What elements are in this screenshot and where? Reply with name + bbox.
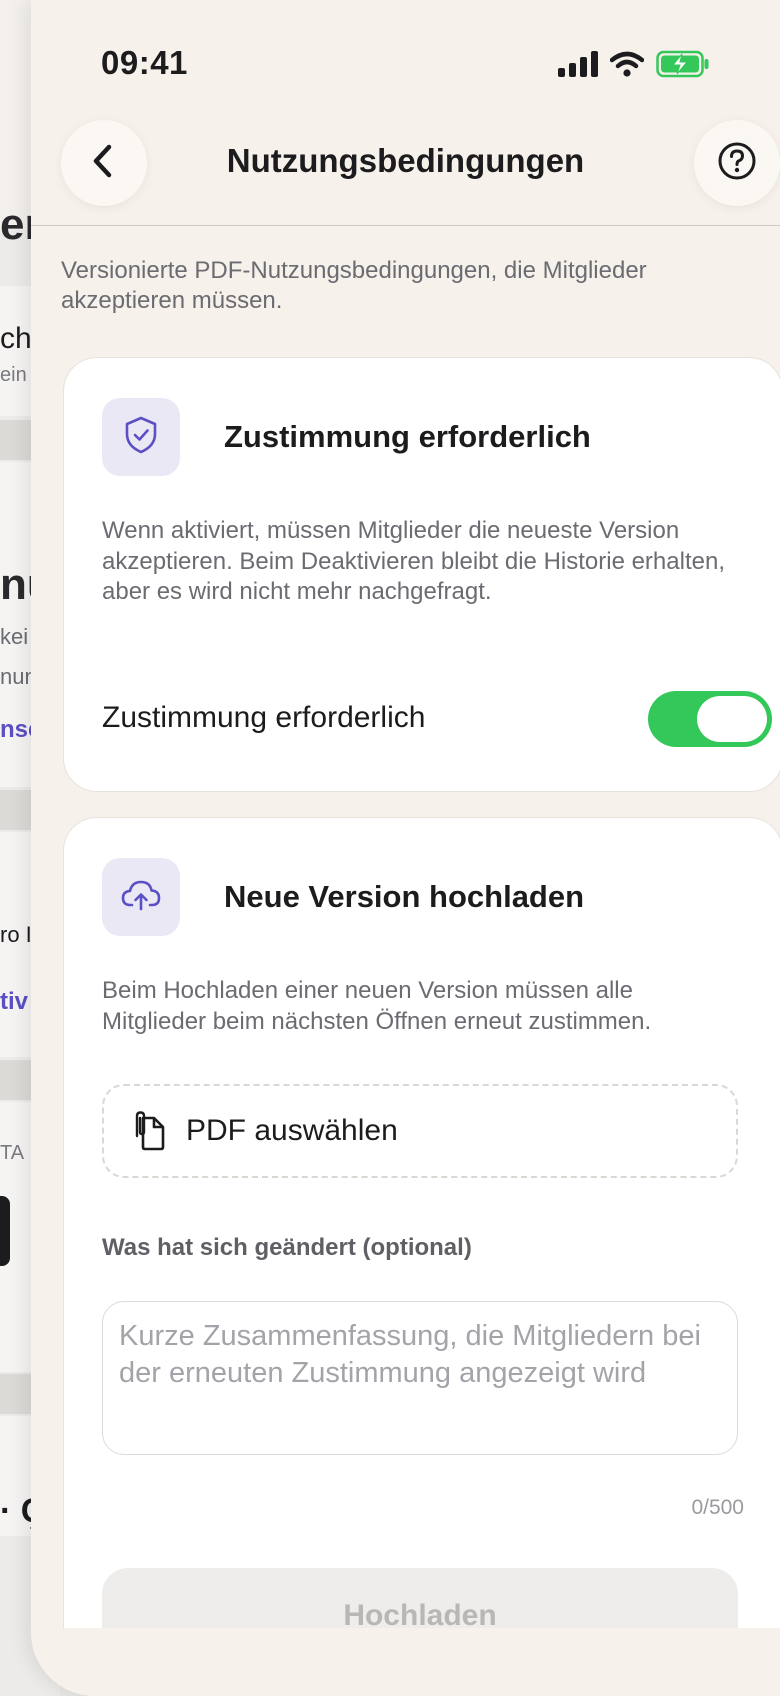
consent-card: Zustimmung erforderlich Wenn aktiviert, … (63, 357, 780, 792)
question-mark-icon (717, 141, 757, 186)
background-fragment: ro I (0, 922, 32, 947)
status-time: 09:41 (101, 44, 188, 81)
consent-icon-box (102, 398, 180, 476)
consent-toggle-label: Zustimmung erforderlich (102, 701, 426, 734)
upload-icon-box (102, 858, 180, 936)
background-fragment: kei (0, 624, 29, 649)
changes-textarea[interactable]: Kurze Zusammenfassung, die Mitgliedern b… (102, 1301, 738, 1455)
wifi-icon (609, 51, 645, 82)
intro-text: Versionierte PDF-Nutzungsbedingungen, di… (61, 257, 647, 314)
background-fragment: TA (0, 1142, 25, 1164)
signal-icon (558, 51, 598, 82)
changes-field-label: Was hat sich geändert (optional) (102, 1234, 472, 1261)
consent-card-description: Wenn aktiviert, müssen Mitglieder die ne… (102, 517, 725, 605)
pdf-select-label: PDF auswählen (186, 1114, 398, 1147)
background-fragment: ein (0, 364, 27, 386)
bottom-safe-area (31, 1628, 780, 1696)
terms-sheet: 09:41 Nutzungsbedingungen Versionierte P… (31, 0, 780, 1696)
consent-card-title: Zustimmung erforderlich (224, 419, 591, 454)
character-counter: 0/500 (691, 1496, 744, 1519)
shield-check-icon (122, 415, 160, 460)
document-icon (128, 1110, 168, 1152)
page-title: Nutzungsbedingungen (226, 142, 585, 179)
cloud-upload-icon (120, 878, 162, 917)
toggle-knob (697, 696, 767, 742)
background-fragment: ch (0, 322, 32, 355)
status-bar: 09:41 (31, 0, 780, 120)
help-button[interactable] (694, 120, 780, 206)
pdf-select-button[interactable]: PDF auswählen (102, 1084, 738, 1178)
upload-card-description: Beim Hochladen einer neuen Version müsse… (102, 977, 652, 1035)
status-icons (558, 50, 710, 83)
navigation-bar: Nutzungsbedingungen (31, 120, 780, 226)
consent-toggle[interactable] (648, 691, 772, 747)
upload-card: Neue Version hochladen Beim Hochladen ei… (63, 817, 780, 1696)
battery-charging-icon (656, 50, 710, 83)
background-fragment: tiv (0, 988, 29, 1015)
upload-card-title: Neue Version hochladen (224, 879, 585, 914)
